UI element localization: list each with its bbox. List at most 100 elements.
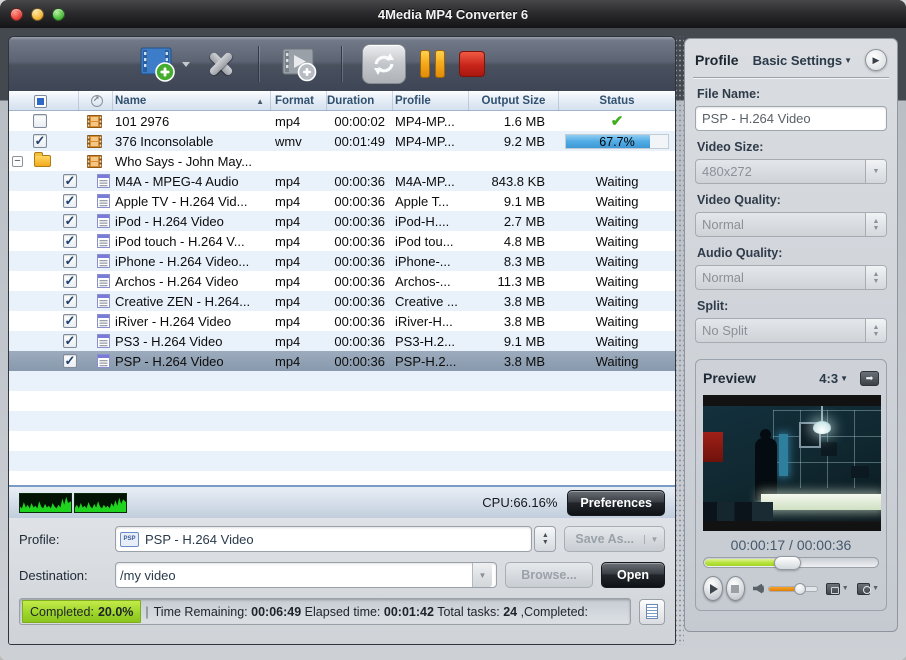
seek-slider[interactable]	[703, 557, 879, 568]
stop-button[interactable]	[459, 51, 485, 77]
delete-button[interactable]	[204, 47, 238, 81]
advanced-settings-button[interactable]: ▶	[865, 49, 887, 71]
table-row[interactable]: 101 2976mp400:00:02MP4-MP...1.6 MB✔	[9, 111, 675, 131]
column-header-name[interactable]: Name ▲	[113, 91, 271, 111]
pause-button[interactable]	[420, 50, 445, 78]
table-row[interactable]: ✓M4A - MPEG-4 Audiomp400:00:36M4A-MP...8…	[9, 171, 675, 191]
volume-thumb[interactable]	[794, 583, 806, 595]
audio-quality-select[interactable]: Normal ▲▼	[695, 265, 887, 290]
table-row[interactable]: ✓iPhone - H.264 Video...mp400:00:36iPhon…	[9, 251, 675, 271]
row-output-size: 4.8 MB	[469, 234, 559, 249]
column-header-duration[interactable]: Duration	[327, 91, 393, 111]
table-row[interactable]: ✓iPod - H.264 Videomp400:00:36iPod-H....…	[9, 211, 675, 231]
table-row[interactable]: ✓PSP - H.264 Videomp400:00:36PSP-H.2...3…	[9, 351, 675, 371]
audio-quality-label: Audio Quality:	[697, 246, 887, 260]
column-header-profile[interactable]: Profile	[393, 91, 469, 111]
snapshot-camera-icon[interactable]	[857, 583, 870, 595]
progress-label: 67.7%	[566, 135, 668, 149]
row-output-size: 3.8 MB	[469, 294, 559, 309]
output-settings-area: Profile: PSP PSP - H.264 Video ▲▼ Save A…	[9, 518, 675, 644]
preferences-button[interactable]: Preferences	[567, 490, 665, 516]
volume-icon[interactable]	[753, 583, 764, 595]
table-row[interactable]: ✓iRiver - H.264 Videomp400:00:36iRiver-H…	[9, 311, 675, 331]
add-video-button[interactable]	[137, 45, 190, 83]
row-name: M4A - MPEG-4 Audio	[113, 174, 271, 189]
destination-label: Destination:	[19, 568, 115, 583]
column-header-format[interactable]: Format	[271, 91, 327, 111]
collapse-icon[interactable]: −	[12, 156, 23, 167]
row-checkbox[interactable]: ✓	[63, 314, 77, 328]
basic-settings-dropdown[interactable]: Basic Settings▼	[753, 53, 853, 68]
browse-button[interactable]: Browse...	[505, 562, 593, 588]
row-duration: 00:00:36	[327, 214, 393, 229]
completed-badge: Completed:20.0%	[22, 600, 141, 623]
destination-dropdown-arrow-icon[interactable]: ▼	[472, 563, 492, 587]
select-all-checkbox[interactable]	[34, 95, 47, 108]
row-name: Archos - H.264 Video	[113, 274, 271, 289]
row-checkbox[interactable]: ✓	[63, 334, 77, 348]
row-name: iPhone - H.264 Video...	[113, 254, 271, 269]
destination-combo[interactable]: /my video ▼	[115, 562, 497, 588]
row-checkbox[interactable]: ✓	[63, 234, 77, 248]
play-button[interactable]	[703, 576, 723, 601]
row-checkbox[interactable]: ✓	[63, 194, 77, 208]
stop-square-icon	[731, 585, 739, 593]
table-row[interactable]: ✓iPod touch - H.264 V...mp400:00:36iPod …	[9, 231, 675, 251]
row-checkbox[interactable]: ✓	[63, 294, 77, 308]
status-text: Waiting	[596, 334, 639, 349]
aspect-ratio-dropdown[interactable]: 4:3▼	[819, 371, 848, 386]
table-row[interactable]: ✓376 Inconsolablewmv00:01:49MP4-MP...9.2…	[9, 131, 675, 151]
video-quality-select[interactable]: Normal ▲▼	[695, 212, 887, 237]
split-select[interactable]: No Split ▲▼	[695, 318, 887, 343]
row-checkbox[interactable]: ✓	[63, 274, 77, 288]
capture-device-icon[interactable]	[826, 583, 839, 595]
row-checkbox[interactable]: ✓	[63, 174, 77, 188]
convert-button[interactable]	[362, 44, 406, 84]
row-checkbox[interactable]: ✓	[63, 214, 77, 228]
table-row[interactable]: ✓Archos - H.264 Videomp400:00:36Archos-.…	[9, 271, 675, 291]
add-dropdown-arrow-icon[interactable]	[182, 62, 190, 67]
table-row[interactable]: ✓PS3 - H.264 Videomp400:00:36PS3-H.2...9…	[9, 331, 675, 351]
preview-title: Preview	[703, 370, 756, 386]
file-name-input[interactable]	[695, 106, 887, 131]
chevron-down-icon[interactable]: ▼	[842, 585, 849, 592]
table-row[interactable]: ✓Creative ZEN - H.264...mp400:00:36Creat…	[9, 291, 675, 311]
status-text: Waiting	[596, 294, 639, 309]
save-as-button[interactable]: Save As... ▼	[564, 526, 665, 552]
chevron-down-icon[interactable]: ▼	[872, 585, 879, 592]
row-checkbox[interactable]: ✓	[33, 134, 47, 148]
log-button[interactable]	[639, 599, 665, 625]
export-preview-icon[interactable]: ➡	[860, 371, 879, 386]
row-checkbox[interactable]: ✓	[63, 354, 77, 368]
empty-row	[9, 371, 675, 391]
column-header-output-size[interactable]: Output Size	[469, 91, 559, 111]
film-icon	[87, 135, 102, 148]
row-checkbox[interactable]	[33, 114, 47, 128]
merge-video-button[interactable]	[279, 45, 321, 83]
row-output-size: 8.3 MB	[469, 254, 559, 269]
row-profile: iPod-H....	[393, 214, 469, 229]
status-bar: Completed:20.0% | Time Remaining: 00:06:…	[19, 598, 665, 625]
status-text: Waiting	[596, 354, 639, 369]
row-format: mp4	[271, 214, 327, 229]
video-preview[interactable]	[703, 395, 881, 531]
row-checkbox[interactable]: ✓	[63, 254, 77, 268]
table-row[interactable]: ✓Apple TV - H.264 Vid...mp400:00:36Apple…	[9, 191, 675, 211]
open-button[interactable]: Open	[601, 562, 665, 588]
volume-slider[interactable]	[768, 586, 819, 592]
empty-row	[9, 431, 675, 451]
row-output-size: 843.8 KB	[469, 174, 559, 189]
stop-playback-button[interactable]	[726, 576, 746, 601]
pane-divider[interactable]	[676, 36, 684, 645]
row-format: mp4	[271, 274, 327, 289]
column-header-status[interactable]: Status	[559, 91, 675, 111]
profile-combo[interactable]: PSP PSP - H.264 Video	[115, 526, 532, 552]
row-output-size: 9.2 MB	[469, 134, 559, 149]
group-row[interactable]: −Who Says - John May...	[9, 151, 675, 171]
profile-stepper[interactable]: ▲▼	[534, 526, 556, 552]
save-as-dropdown-arrow-icon[interactable]: ▼	[644, 535, 664, 544]
row-output-size: 1.6 MB	[469, 114, 559, 129]
row-duration: 00:00:02	[327, 114, 393, 129]
seek-thumb[interactable]	[774, 556, 801, 570]
video-size-select[interactable]: 480x272 ▼	[695, 159, 887, 184]
